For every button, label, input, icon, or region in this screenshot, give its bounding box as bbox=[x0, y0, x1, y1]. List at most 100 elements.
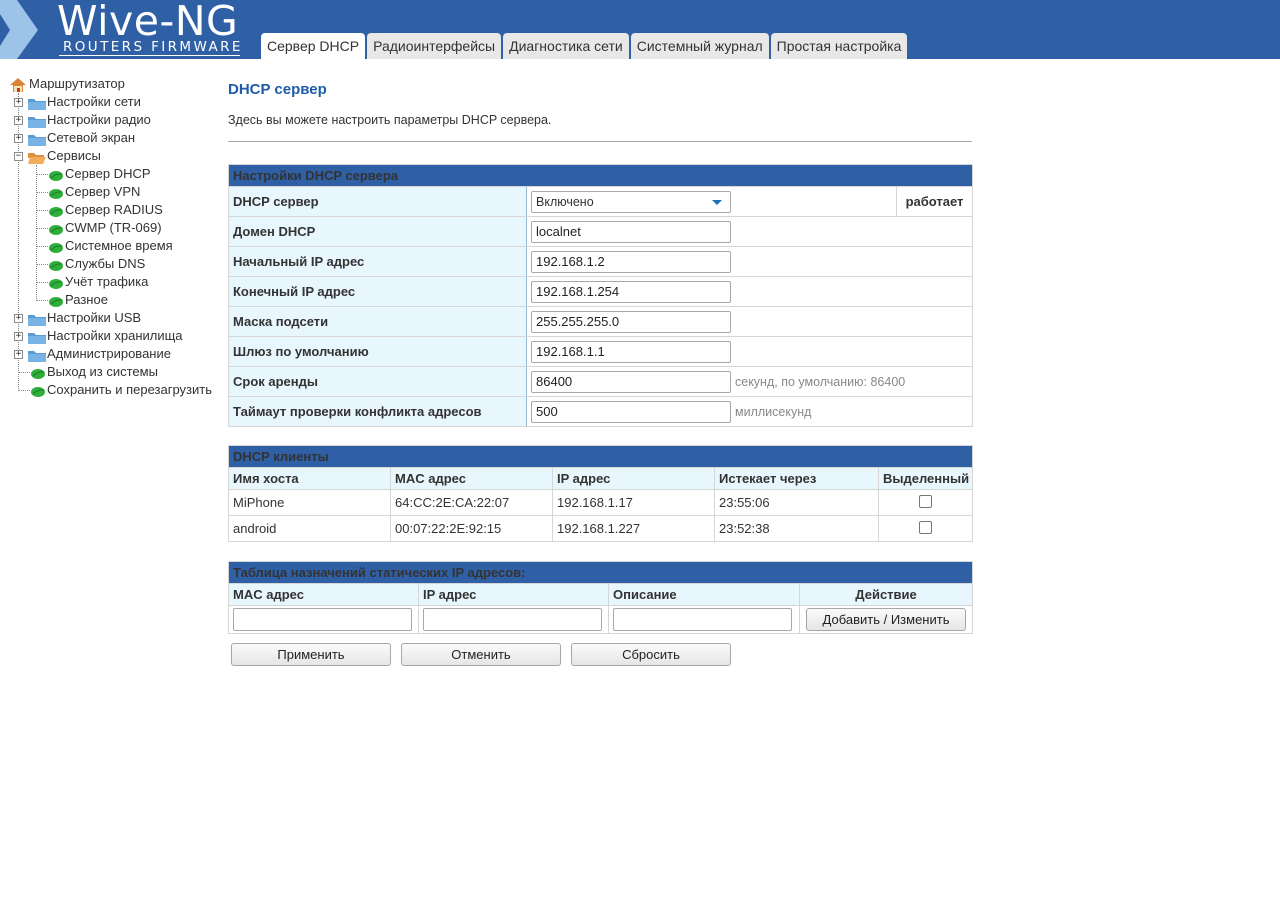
tree-child-vpn-server[interactable]: Сервер VPN bbox=[36, 183, 216, 201]
dhcp-domain-input[interactable]: localnet bbox=[531, 220, 731, 243]
conflict-timeout-input[interactable]: 500 bbox=[531, 400, 731, 423]
tree-connector bbox=[36, 300, 48, 301]
tab-network-diagnostics[interactable]: Диагностика сети bbox=[503, 33, 629, 59]
netmask-input[interactable]: 255.255.255.0 bbox=[531, 310, 731, 333]
tree-item-logout[interactable]: Выход из системы bbox=[18, 363, 218, 381]
leaf-icon bbox=[49, 189, 63, 199]
tree-connector bbox=[36, 282, 48, 283]
tree-connector bbox=[36, 264, 48, 265]
folder-icon bbox=[28, 333, 46, 344]
tree-item-usb-settings[interactable]: + Настройки USB bbox=[14, 309, 214, 327]
reserved-checkbox[interactable] bbox=[919, 520, 932, 534]
page-description: Здесь вы можете настроить параметры DHCP… bbox=[228, 113, 552, 127]
tree-item-save-reboot[interactable]: Сохранить и перезагрузить bbox=[18, 381, 223, 399]
tree-child-label: CWMP (TR-069) bbox=[65, 220, 162, 235]
folder-icon bbox=[28, 351, 46, 362]
column-header: MAC адрес bbox=[390, 467, 553, 490]
leaf-icon bbox=[49, 261, 63, 271]
reset-button[interactable]: Сбросить bbox=[571, 643, 731, 666]
chevron-down-icon bbox=[712, 199, 722, 205]
field-label: Начальный IP адрес bbox=[228, 246, 527, 277]
tree-item-network-settings[interactable]: + Настройки сети bbox=[14, 93, 214, 111]
gateway-input[interactable]: 192.168.1.1 bbox=[531, 340, 731, 363]
tab-system-log[interactable]: Системный журнал bbox=[630, 33, 769, 59]
tree-item-label: Настройки USB bbox=[47, 310, 142, 325]
house-icon bbox=[10, 78, 26, 92]
tree-item-label: Администрирование bbox=[47, 346, 171, 361]
static-mac-input[interactable] bbox=[233, 608, 412, 631]
leaf-icon bbox=[31, 387, 45, 397]
expand-plus-icon[interactable]: + bbox=[14, 332, 23, 341]
column-header: IP адрес bbox=[552, 467, 715, 490]
folder-icon bbox=[28, 135, 46, 146]
static-ip-input[interactable] bbox=[423, 608, 602, 631]
column-header: Действие bbox=[798, 583, 974, 606]
page-title: DHCP сервер bbox=[228, 81, 327, 98]
cancel-button[interactable]: Отменить bbox=[401, 643, 561, 666]
tree-child-label: Системное время bbox=[65, 238, 173, 253]
divider bbox=[228, 141, 972, 142]
column-header: Имя хоста bbox=[228, 467, 391, 490]
tree-item-administration[interactable]: + Администрирование bbox=[14, 345, 214, 363]
lease-hint: секунд, по умолчанию: 86400 bbox=[735, 374, 906, 389]
client-ip: 192.168.1.17 bbox=[552, 489, 715, 516]
expand-plus-icon[interactable]: + bbox=[14, 134, 23, 143]
expand-plus-icon[interactable]: + bbox=[14, 116, 23, 125]
expand-plus-icon[interactable]: + bbox=[14, 98, 23, 107]
tree-connector bbox=[18, 372, 30, 373]
tree-child-dhcp-server[interactable]: Сервер DHCP bbox=[36, 165, 216, 183]
dhcp-server-select-value: Включено bbox=[536, 194, 594, 209]
tree-item-services[interactable]: − Сервисы bbox=[14, 147, 214, 165]
tab-dhcp-server[interactable]: Сервер DHCP bbox=[261, 33, 366, 59]
tree-child-label: Разное bbox=[65, 292, 108, 307]
field-label: Маска подсети bbox=[228, 306, 527, 337]
folder-icon bbox=[28, 315, 46, 326]
table-row: MiPhone 64:CC:2E:CA:22:07 192.168.1.17 2… bbox=[228, 489, 973, 516]
conflict-timeout-hint: миллисекунд bbox=[735, 404, 812, 419]
apply-button[interactable]: Применить bbox=[231, 643, 391, 666]
expand-plus-icon[interactable]: + bbox=[14, 314, 23, 323]
leaf-icon bbox=[49, 171, 63, 181]
tree-item-firewall[interactable]: + Сетевой экран bbox=[14, 129, 214, 147]
client-mac: 64:CC:2E:CA:22:07 bbox=[390, 489, 553, 516]
tab-radio-interfaces[interactable]: Радиоинтерфейсы bbox=[367, 33, 502, 59]
tree-item-storage-settings[interactable]: + Настройки хранилища bbox=[14, 327, 214, 345]
tree-child-dns-services[interactable]: Службы DNS bbox=[36, 255, 216, 273]
field-label: DHCP сервер bbox=[228, 186, 527, 217]
start-ip-input[interactable]: 192.168.1.2 bbox=[531, 250, 731, 273]
tree-connector bbox=[36, 246, 48, 247]
collapse-minus-icon[interactable]: − bbox=[14, 152, 23, 161]
section-title: DHCP клиенты bbox=[228, 445, 973, 468]
leaf-icon bbox=[49, 297, 63, 307]
dhcp-clients-table: DHCP клиенты Имя хоста MAC адрес IP адре… bbox=[228, 445, 973, 542]
section-title: Настройки DHCP сервера bbox=[228, 164, 973, 187]
tree-item-label: Настройки радио bbox=[47, 112, 151, 127]
dhcp-server-select[interactable]: Включено bbox=[531, 190, 731, 213]
tree-child-radius-server[interactable]: Сервер RADIUS bbox=[36, 201, 216, 219]
tree-child-system-time[interactable]: Системное время bbox=[36, 237, 216, 255]
client-host: android bbox=[228, 515, 391, 542]
reserved-checkbox[interactable] bbox=[919, 494, 932, 508]
tree-connector bbox=[36, 192, 48, 193]
tree-child-misc[interactable]: Разное bbox=[36, 291, 216, 309]
dhcp-status-badge: работает bbox=[896, 186, 973, 217]
end-ip-input[interactable]: 192.168.1.254 bbox=[531, 280, 731, 303]
folder-open-icon bbox=[28, 153, 46, 164]
static-description-input[interactable] bbox=[613, 608, 792, 631]
tree-child-label: Учёт трафика bbox=[65, 274, 149, 289]
tree-child-cwmp[interactable]: CWMP (TR-069) bbox=[36, 219, 216, 237]
tree-root-label: Маршрутизатор bbox=[29, 76, 125, 91]
tree-child-traffic-accounting[interactable]: Учёт трафика bbox=[36, 273, 216, 291]
tree-item-radio-settings[interactable]: + Настройки радио bbox=[14, 111, 214, 129]
top-tabs: Сервер DHCP Радиоинтерфейсы Диагностика … bbox=[261, 33, 909, 59]
add-edit-button[interactable]: Добавить / Изменить bbox=[806, 608, 967, 631]
client-ip: 192.168.1.227 bbox=[552, 515, 715, 542]
lease-time-input[interactable]: 86400 bbox=[531, 370, 731, 393]
tree-item-label: Настройки сети bbox=[47, 94, 141, 109]
field-label: Таймаут проверки конфликта адресов bbox=[228, 396, 527, 427]
tab-simple-setup[interactable]: Простая настройка bbox=[770, 33, 908, 59]
column-header: IP адрес bbox=[418, 583, 609, 606]
expand-plus-icon[interactable]: + bbox=[14, 350, 23, 359]
dhcp-settings-table: Настройки DHCP сервера DHCP сервер Включ… bbox=[228, 164, 973, 427]
client-expires: 23:52:38 bbox=[714, 515, 879, 542]
